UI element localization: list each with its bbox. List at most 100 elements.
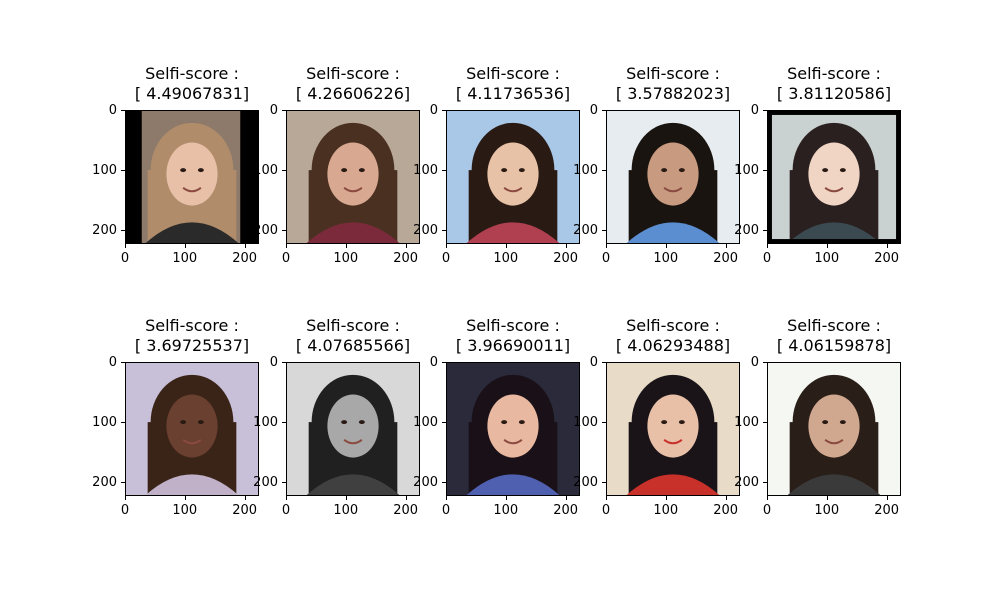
y-tick-label: 0 [589,103,598,118]
x-tick-label: 100 [493,503,519,518]
y-tick-mark [602,362,606,363]
y-tick-mark [763,481,767,483]
y-tick-label: 0 [108,103,117,118]
y-tick-mark [602,110,606,111]
x-tick-mark [665,244,667,248]
y-tick-label: 200 [573,222,598,238]
x-tick-mark [826,244,828,248]
y-tick-mark [121,362,125,363]
panel-title: Selfi-score :[ 3.81120586] [734,64,934,104]
x-tick-mark [725,244,727,248]
selfie-photo [287,363,419,495]
y-tick-mark [121,169,125,171]
x-tick-mark [405,244,407,248]
y-tick-mark [602,481,606,483]
y-tick-label: 200 [734,222,759,238]
image-axes [446,362,580,496]
x-tick-mark [125,244,126,248]
x-tick-mark [446,496,447,500]
y-tick-label: 0 [108,355,117,370]
x-tick-mark [886,244,888,248]
x-tick-mark [565,496,567,500]
y-tick-label: 100 [734,162,759,178]
selfie-panel: Selfi-score :[ 3.96690011] 0 100 200 0 100 200 [413,316,580,517]
x-tick-label: 200 [874,251,900,266]
x-tick-label: 200 [553,503,579,518]
panel-title: Selfi-score :[ 4.06159878] [734,316,934,356]
x-tick-label: 200 [393,503,419,518]
x-tick-mark [606,496,607,500]
y-tick-mark [121,229,125,231]
y-tick-label: 200 [253,222,278,238]
y-tick-mark [282,481,286,483]
title-label: Selfi-score : [787,64,881,83]
image-axes [767,362,901,496]
x-tick-label: 0 [120,503,130,518]
x-tick-mark [725,496,727,500]
selfie-panel: Selfi-score :[ 4.07685566] 0 100 200 0 100 200 [253,316,420,517]
x-tick-mark [286,244,287,248]
y-tick-mark [442,421,446,423]
x-tick-mark [665,496,667,500]
x-tick-label: 200 [232,251,258,266]
x-tick-label: 100 [333,251,359,266]
y-tick-label: 100 [413,414,438,430]
image-axes [286,362,420,496]
title-label: Selfi-score : [787,316,881,335]
y-tick-label: 200 [92,474,117,490]
x-tick-label: 100 [653,251,679,266]
x-tick-mark [767,496,768,500]
selfie-photo [768,363,900,495]
x-tick-mark [244,244,246,248]
x-tick-label: 0 [762,251,772,266]
selfie-panel: Selfi-score :[ 4.11736536] 0 100 200 0 100 200 [413,64,580,265]
selfie-photo [768,111,900,243]
y-tick-label: 0 [429,355,438,370]
image-axes [125,362,259,496]
x-tick-mark [886,496,888,500]
image-axes [606,110,740,244]
y-tick-mark [282,362,286,363]
y-tick-mark [602,421,606,423]
selfie-photo [607,363,739,495]
x-tick-label: 100 [333,503,359,518]
y-tick-label: 0 [429,103,438,118]
x-tick-label: 100 [653,503,679,518]
y-tick-label: 0 [750,355,759,370]
x-tick-label: 0 [281,251,291,266]
selfie-panel: Selfi-score :[ 3.81120586] 0 100 200 0 100 200 [734,64,901,265]
y-tick-mark [282,110,286,111]
y-tick-label: 100 [573,414,598,430]
x-tick-label: 100 [814,503,840,518]
x-tick-mark [446,244,447,248]
image-axes [125,110,259,244]
x-tick-label: 0 [601,503,611,518]
selfie-panel: Selfi-score :[ 3.69725537] 0 100 200 0 100 200 [92,316,259,517]
y-tick-mark [763,362,767,363]
image-axes [606,362,740,496]
x-tick-mark [184,496,186,500]
x-tick-mark [606,244,607,248]
x-tick-mark [565,244,567,248]
y-tick-mark [282,229,286,231]
x-tick-mark [345,496,347,500]
y-tick-label: 0 [589,355,598,370]
y-tick-label: 200 [253,474,278,490]
x-tick-label: 0 [441,503,451,518]
image-axes [767,110,901,244]
selfie-panel: Selfi-score :[ 3.57882023] 0 100 200 0 100 200 [573,64,740,265]
y-tick-mark [121,110,125,111]
x-tick-mark [286,496,287,500]
y-tick-mark [763,110,767,111]
y-tick-label: 100 [413,162,438,178]
y-tick-label: 0 [269,355,278,370]
x-tick-label: 0 [441,251,451,266]
y-tick-label: 100 [573,162,598,178]
selfie-photo [126,111,258,243]
y-tick-mark [763,169,767,171]
selfie-panel: Selfi-score :[ 4.26606226] 0 100 200 0 100 200 [253,64,420,265]
x-tick-label: 200 [713,251,739,266]
y-tick-label: 100 [92,414,117,430]
y-tick-mark [282,169,286,171]
y-tick-mark [763,421,767,423]
